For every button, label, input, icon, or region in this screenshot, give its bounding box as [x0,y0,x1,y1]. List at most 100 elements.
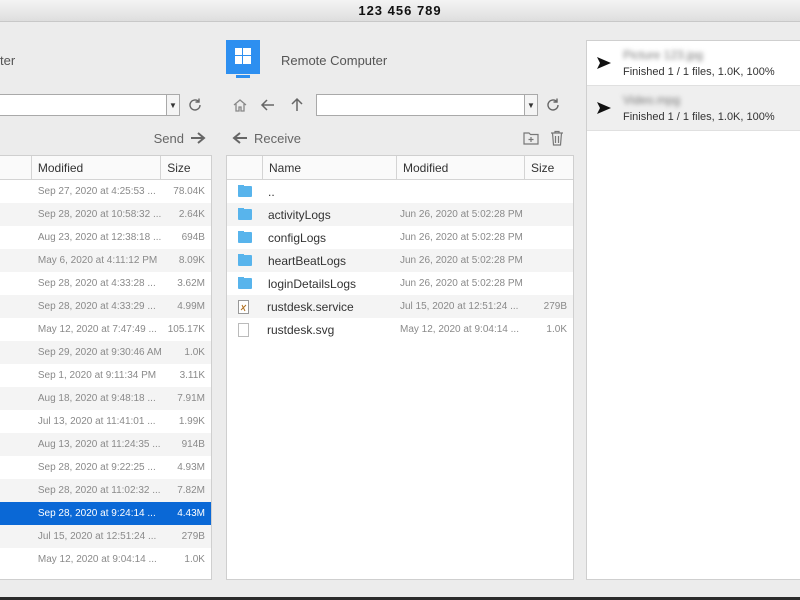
local-row-modified: May 12, 2020 at 9:04:14 ... [37,554,157,565]
local-table-row[interactable]: Sep 29, 2020 at 9:30:46 AM 1.0K [0,341,211,364]
remote-table-row[interactable]: activityLogs Jun 26, 2020 at 5:02:28 PM [227,203,573,226]
local-col-name-header[interactable] [0,156,32,179]
local-table-row[interactable]: Sep 27, 2020 at 4:25:53 ... 78.04K [0,180,211,203]
local-path-dropdown-icon[interactable]: ▼ [166,95,179,115]
folder-icon [238,207,252,220]
remote-table-row[interactable]: rustdesk.svg May 12, 2020 at 9:04:14 ... 1… [227,318,573,341]
local-action-row: Send [0,127,212,149]
local-panel-header: ter [0,40,212,80]
local-row-size: 7.91M [177,393,205,404]
remote-table-row[interactable]: rustdesk.service Jul 15, 2020 at 12:51:24… [227,295,573,318]
local-path-input[interactable] [0,95,166,115]
local-row-size: 3.62M [177,278,205,289]
local-row-modified: Sep 29, 2020 at 9:30:46 AM [37,347,162,358]
home-icon[interactable] [226,94,254,116]
local-row-size: 8.09K [178,255,205,266]
local-row-size: 4.99M [177,301,205,312]
script-file-icon [238,299,249,314]
local-row-size: 1.0K [184,554,205,565]
remote-path-dropdown-icon[interactable]: ▼ [524,95,537,115]
remote-col-size-header[interactable]: Size [525,156,573,179]
remote-row-modified: Jun 26, 2020 at 5:02:28 PM [400,232,523,243]
remote-row-name-cell: activityLogs [227,207,397,222]
local-row-modified: Sep 1, 2020 at 9:11:34 PM [37,370,157,381]
remote-row-modified: Jun 26, 2020 at 5:02:28 PM [400,278,523,289]
up-arrow-icon[interactable] [282,94,312,116]
remote-row-size: 279B [543,301,567,312]
local-toolbar: ▼ [0,92,212,118]
local-table-row[interactable]: Sep 28, 2020 at 11:02:32 ... 7.82M [0,479,211,502]
remote-file-list: .. activityLogs Jun 26, 2020 at 5:02:28 PM… [227,180,573,341]
remote-table-row[interactable]: .. [227,180,573,203]
local-panel-title: ter [0,52,16,68]
remote-path-input[interactable] [317,95,524,115]
local-row-modified: Sep 27, 2020 at 4:25:53 ... [37,186,156,197]
local-row-modified: Jul 15, 2020 at 12:51:24 ... [37,531,157,542]
local-table-row[interactable]: Aug 23, 2020 at 12:38:18 ... 694B [0,226,211,249]
local-table-row[interactable]: May 12, 2020 at 7:47:49 ... 105.17K [0,318,211,341]
remote-table-row[interactable]: configLogs Jun 26, 2020 at 5:02:28 PM [227,226,573,249]
local-table-row[interactable]: Sep 28, 2020 at 4:33:29 ... 4.99M [0,295,211,318]
send-label: Send [153,130,184,146]
local-table-row[interactable]: Sep 28, 2020 at 9:24:14 ... 4.43M [0,502,211,525]
back-arrow-icon[interactable] [254,94,282,116]
remote-file-table: Name Modified Size .. activityLogs Jun 26,… [226,155,574,580]
remote-row-modified: Jun 26, 2020 at 5:02:28 PM [400,255,523,266]
remote-path-combo[interactable]: ▼ [316,94,538,116]
local-row-modified: Sep 28, 2020 at 10:58:32 ... [37,209,162,220]
local-refresh-icon[interactable] [180,94,210,116]
remote-col-modified-header[interactable]: Modified [397,156,525,179]
local-col-modified-header[interactable]: Modified [32,156,162,179]
new-folder-icon[interactable] [518,127,544,149]
job-status: Finished 1 / 1 files, 1.0K, 100% [623,66,775,78]
folder-icon [238,253,252,266]
folder-icon [238,276,252,289]
local-table-row[interactable]: Aug 18, 2020 at 9:48:18 ... 7.91M [0,387,211,410]
local-table-row[interactable]: Sep 1, 2020 at 9:11:34 PM 3.11K [0,364,211,387]
job-info: Picture 123.jpg Finished 1 / 1 files, 1.0… [623,48,775,78]
remote-panel-header: Remote Computer [226,40,574,80]
remote-panel-title: Remote Computer [281,52,388,68]
transfer-job-item[interactable]: Video.mpg Finished 1 / 1 files, 1.0K, 100… [587,86,800,131]
transfer-jobs-panel: Picture 123.jpg Finished 1 / 1 files, 1.0… [586,40,800,580]
trash-icon[interactable] [544,127,570,149]
remote-row-name-cell: .. [227,184,397,199]
local-row-size: 3.11K [179,370,205,381]
remote-table-row[interactable]: loginDetailsLogs Jun 26, 2020 at 5:02:28 … [227,272,573,295]
local-table-row[interactable]: May 6, 2020 at 4:11:12 PM 8.09K [0,249,211,272]
remote-table-row[interactable]: heartBeatLogs Jun 26, 2020 at 5:02:28 PM [227,249,573,272]
local-row-modified: Sep 28, 2020 at 9:22:25 ... [37,462,156,473]
local-table-row[interactable]: Sep 28, 2020 at 10:58:32 ... 2.64K [0,203,211,226]
local-path-combo[interactable]: ▼ [0,94,180,116]
local-row-size: 105.17K [167,324,205,335]
local-table-row[interactable]: Jul 13, 2020 at 11:41:01 ... 1.99K [0,410,211,433]
local-row-size: 279B [181,531,205,542]
remote-refresh-icon[interactable] [538,94,568,116]
transfer-job-item[interactable]: Picture 123.jpg Finished 1 / 1 files, 1.0… [587,41,800,86]
local-col-size-header[interactable]: Size [161,156,211,179]
send-button[interactable]: Send [154,131,206,146]
remote-row-modified: Jul 15, 2020 at 12:51:24 ... [400,301,519,312]
local-row-modified: Sep 28, 2020 at 4:33:29 ... [37,301,156,312]
local-row-size: 7.82M [177,485,205,496]
local-row-modified: Aug 13, 2020 at 11:24:35 ... [37,439,161,450]
local-file-table: Modified Size Sep 27, 2020 at 4:25:53 ..… [0,155,212,580]
local-row-size: 78.04K [173,186,205,197]
receive-button[interactable]: Receive [232,131,301,146]
remote-row-name-cell: rustdesk.svg [227,322,397,337]
windows-logo-icon [226,40,260,80]
local-table-row[interactable]: Jul 15, 2020 at 12:51:24 ... 279B [0,525,211,548]
local-row-modified: Sep 28, 2020 at 9:24:14 ... [37,508,156,519]
local-row-size: 914B [181,439,205,450]
local-row-modified: Aug 18, 2020 at 9:48:18 ... [37,393,156,404]
local-table-row[interactable]: Sep 28, 2020 at 4:33:28 ... 3.62M [0,272,211,295]
local-table-row[interactable]: Sep 28, 2020 at 9:22:25 ... 4.93M [0,456,211,479]
local-row-modified: May 12, 2020 at 7:47:49 ... [37,324,157,335]
remote-col-name-header[interactable]: Name [263,156,397,179]
remote-row-name: heartBeatLogs [268,253,347,268]
local-file-list: Sep 27, 2020 at 4:25:53 ... 78.04K Sep 28,… [0,180,211,571]
local-row-modified: May 6, 2020 at 4:11:12 PM [37,255,158,266]
local-table-row[interactable]: May 12, 2020 at 9:04:14 ... 1.0K [0,548,211,571]
job-status: Finished 1 / 1 files, 1.0K, 100% [623,111,775,123]
local-table-row[interactable]: Aug 13, 2020 at 11:24:35 ... 914B [0,433,211,456]
